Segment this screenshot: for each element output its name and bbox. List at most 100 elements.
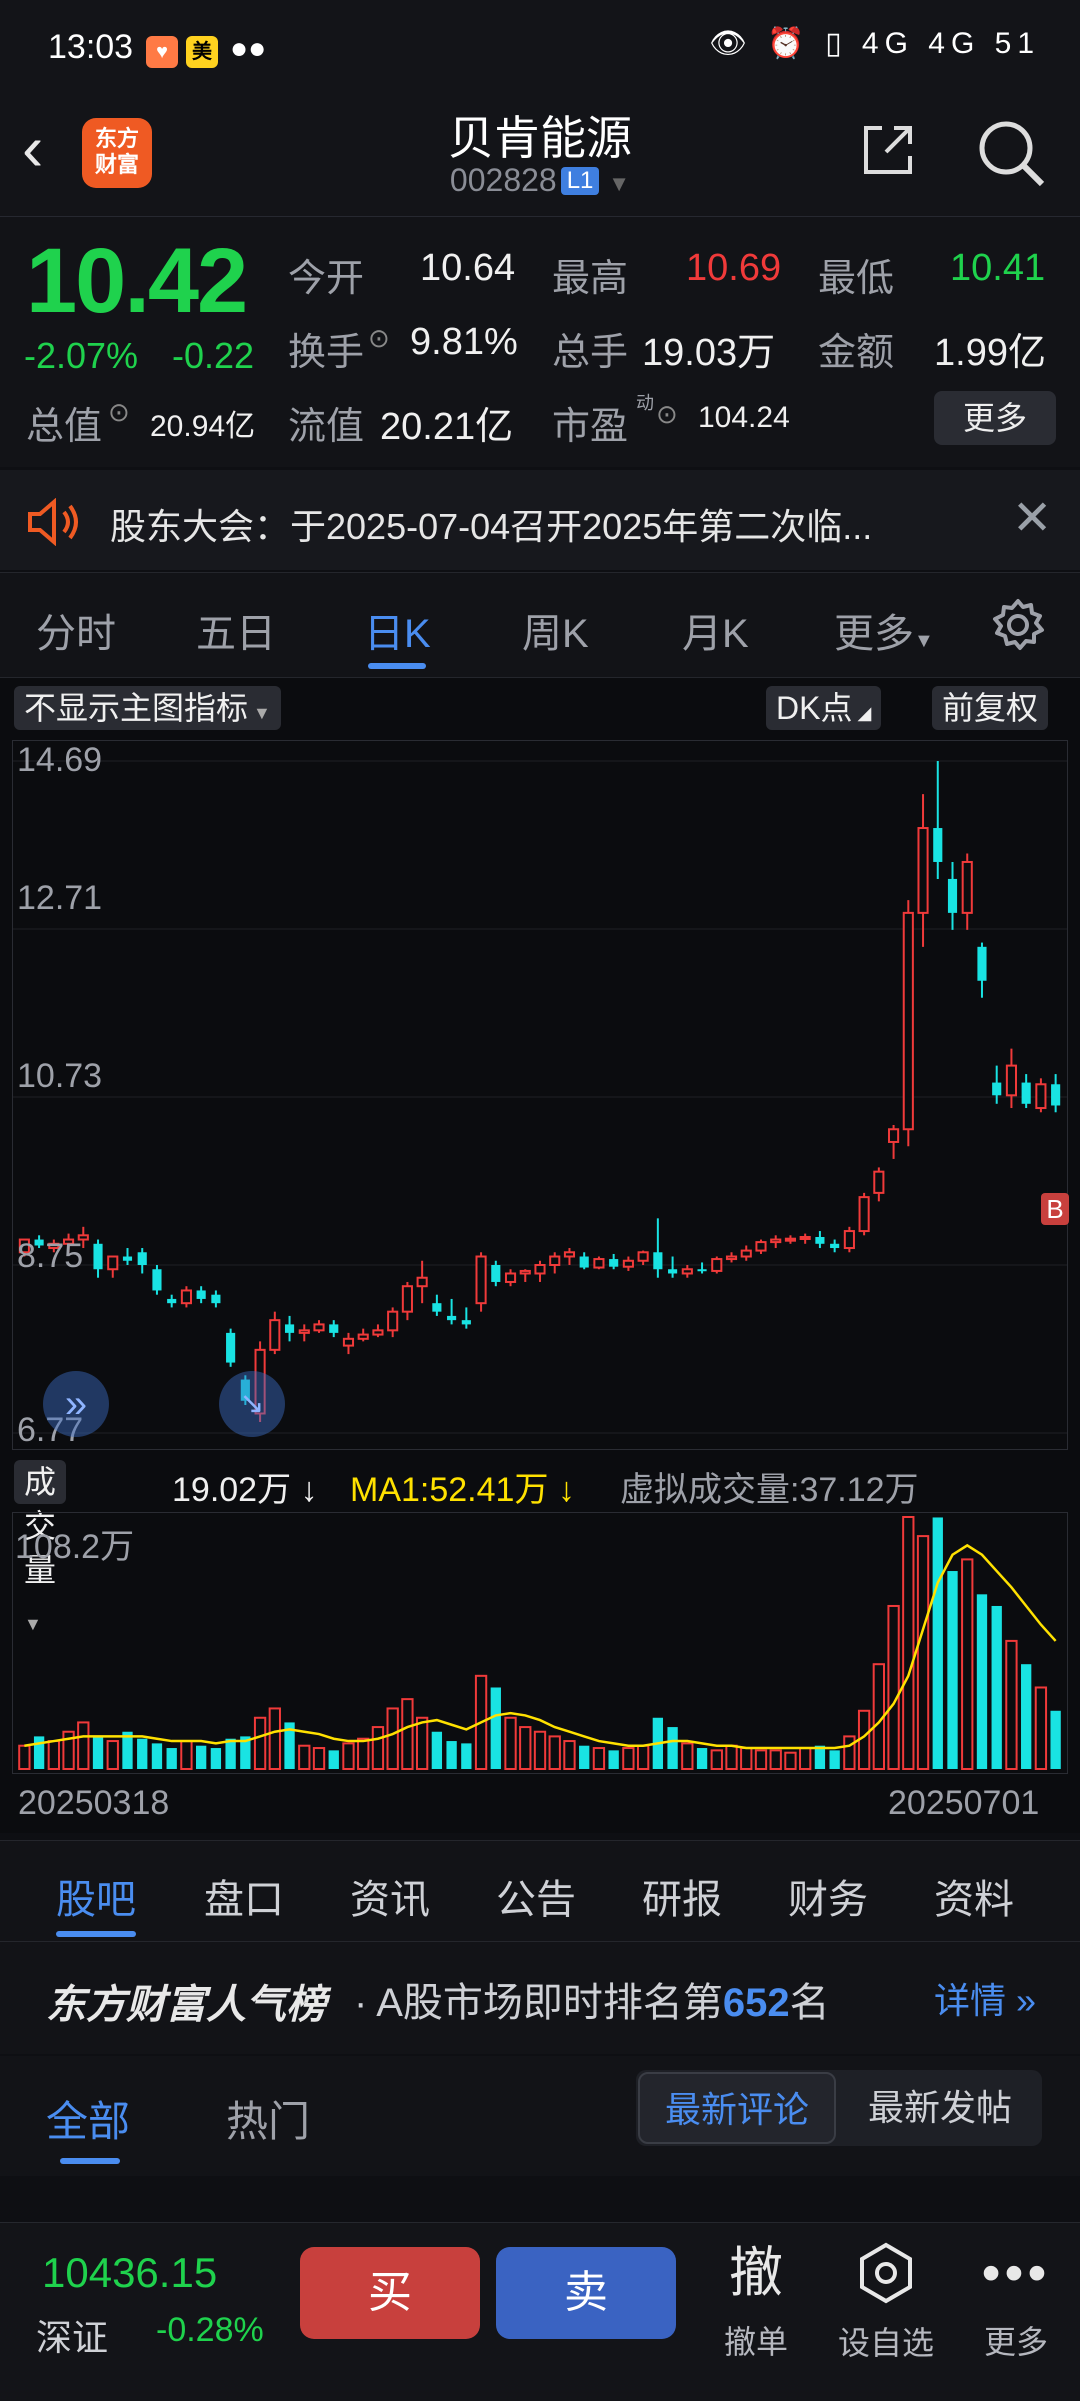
crosshair-icon[interactable]: ↘ <box>219 1371 285 1437</box>
volume-bar <box>312 1747 326 1771</box>
volume-bar <box>490 1687 501 1769</box>
latest-posts-button[interactable]: 最新发帖 <box>840 2072 1040 2144</box>
rank-number: 652 <box>722 1981 790 2025</box>
volume-bar <box>431 1731 443 1769</box>
volume-bar <box>371 1726 385 1771</box>
candle-body <box>298 1329 310 1334</box>
candle-body <box>622 1259 634 1268</box>
tab-news[interactable]: 资讯 <box>350 1867 430 1925</box>
info-icon[interactable]: ⊙ <box>656 399 678 430</box>
volume-ma-line <box>24 1543 1057 1750</box>
gear-icon[interactable] <box>990 597 1046 653</box>
tab-hot[interactable]: 热门 <box>226 2088 310 2149</box>
volume-bar <box>829 1750 840 1769</box>
ellipsis-icon: ••• <box>981 2243 1051 2303</box>
cancel-order-button[interactable]: 撤 撤单 <box>696 2241 816 2363</box>
volume-indicator-select[interactable]: 成交量 ▼ <box>14 1460 67 1634</box>
index-value[interactable]: 10436.15 <box>42 2249 217 2297</box>
candle-body <box>961 860 973 914</box>
volume-bar <box>225 1738 236 1769</box>
latest-comments-button[interactable]: 最新评论 <box>638 2072 836 2144</box>
kline-chart[interactable]: 14.69 12.71 10.73 8.75 6.77 » ↘ B <box>12 740 1069 1450</box>
amount-value: 1.99亿 <box>934 332 1046 374</box>
volume-bar <box>710 1749 723 1771</box>
volume-bar <box>902 1516 915 1770</box>
watchlist-label: 设自选 <box>837 2325 934 2361</box>
candle-body <box>93 1243 103 1270</box>
rank-detail-link[interactable]: 详情 » <box>934 1972 1036 2024</box>
tab-finance[interactable]: 财务 <box>788 1867 868 1925</box>
tab-guba[interactable]: 股吧 <box>56 1867 136 1925</box>
buy-marker[interactable]: B <box>1041 1193 1069 1225</box>
main-indicator-select[interactable]: 不显示主图指标 ▼ <box>14 686 281 730</box>
stock-code-row[interactable]: 002828 L1 ▼ <box>0 162 1080 199</box>
active-tab-indicator <box>60 2158 120 2164</box>
turnover-value: 9.81% <box>410 321 518 363</box>
x-end-date: 20250701 <box>888 1784 1040 1822</box>
candle-body <box>579 1256 589 1268</box>
candle-body <box>740 1249 752 1258</box>
adjust-button[interactable]: 前复权 <box>932 686 1049 730</box>
candle-body <box>504 1272 517 1283</box>
tab-research[interactable]: 研报 <box>642 1867 722 1925</box>
mcap-label: 总值 <box>26 406 103 448</box>
candle-body <box>432 1303 442 1312</box>
chevron-down-icon: ▼ <box>608 171 631 196</box>
popularity-rank[interactable]: 东方财富人气榜 · A股市场即时排名第652名 详情 » <box>0 1942 1080 2054</box>
pe-dynamic-sup: 动 <box>636 393 654 413</box>
pe-label: 市盈 <box>552 406 629 448</box>
rank-title: 东方财富人气榜 <box>46 1983 326 2027</box>
share-icon[interactable] <box>858 120 918 180</box>
tab-profile[interactable]: 资料 <box>934 1867 1014 1925</box>
y-tick-label: 12.71 <box>17 879 103 917</box>
virtual-volume: 虚拟成交量:37.12万 <box>620 1471 919 1509</box>
y-tick-label: 14.69 <box>17 741 103 779</box>
notice-bar[interactable]: 股东大会：于2025-07-04召开2025年第二次临... ✕ <box>0 470 1080 570</box>
more-label: 更多 <box>983 2324 1048 2360</box>
tab-more[interactable]: 更多▼ <box>834 601 934 659</box>
more-quote-button[interactable]: 更多 <box>934 391 1056 445</box>
dk-point-button[interactable]: DK点 ◢ <box>766 686 882 730</box>
tab-announcements[interactable]: 公告 <box>496 1867 576 1925</box>
volume-bar <box>799 1747 812 1771</box>
candle-body <box>1035 1083 1047 1110</box>
price-change: -0.22 <box>172 335 255 376</box>
close-icon[interactable]: ✕ <box>1012 490 1052 546</box>
float-label: 流值 <box>288 406 365 448</box>
volume-bar <box>740 1747 753 1771</box>
tab-daily-k[interactable]: 日K <box>364 601 431 659</box>
status-time: 13:03 <box>48 28 134 66</box>
sell-button[interactable]: 卖 <box>496 2247 676 2339</box>
info-icon[interactable]: ⊙ <box>368 323 390 354</box>
more-button[interactable]: ••• 更多 <box>956 2241 1076 2363</box>
candle-body <box>697 1269 707 1272</box>
volume-chart[interactable]: 108.2万 <box>12 1512 1068 1774</box>
y-tick-label: 10.73 <box>17 1057 103 1095</box>
rank-suffix: 名 <box>789 1981 830 2025</box>
search-icon[interactable] <box>976 118 1046 188</box>
tab-five-day[interactable]: 五日 <box>196 601 276 659</box>
volume-bar <box>504 1716 517 1770</box>
open-value: 10.64 <box>420 247 516 289</box>
volume-bar <box>887 1604 900 1770</box>
buy-button[interactable]: 买 <box>300 2247 480 2339</box>
app-notification-icon: ♥ <box>146 36 178 68</box>
info-icon[interactable]: ⊙ <box>108 397 130 428</box>
volume-bar <box>357 1737 370 1770</box>
tab-pankou[interactable]: 盘口 <box>204 1867 284 1925</box>
candle-body <box>917 827 929 914</box>
tab-intraday[interactable]: 分时 <box>36 601 116 659</box>
tab-monthly-k[interactable]: 月K <box>682 601 749 659</box>
volume-bar <box>151 1743 163 1769</box>
candle-body <box>755 1241 767 1252</box>
expand-left-icon[interactable]: » <box>43 1371 109 1437</box>
tab-weekly-k[interactable]: 周K <box>522 601 589 659</box>
candle-body <box>122 1256 133 1261</box>
volume-bar <box>667 1727 678 1769</box>
low-value: 10.41 <box>950 247 1046 289</box>
candle-body <box>313 1323 325 1332</box>
add-watchlist-button[interactable]: 设自选 <box>826 2241 946 2364</box>
main-indicator-label: 不显示主图指标 <box>24 690 249 726</box>
volume-bar <box>415 1716 429 1770</box>
tab-all[interactable]: 全部 <box>46 2088 130 2149</box>
